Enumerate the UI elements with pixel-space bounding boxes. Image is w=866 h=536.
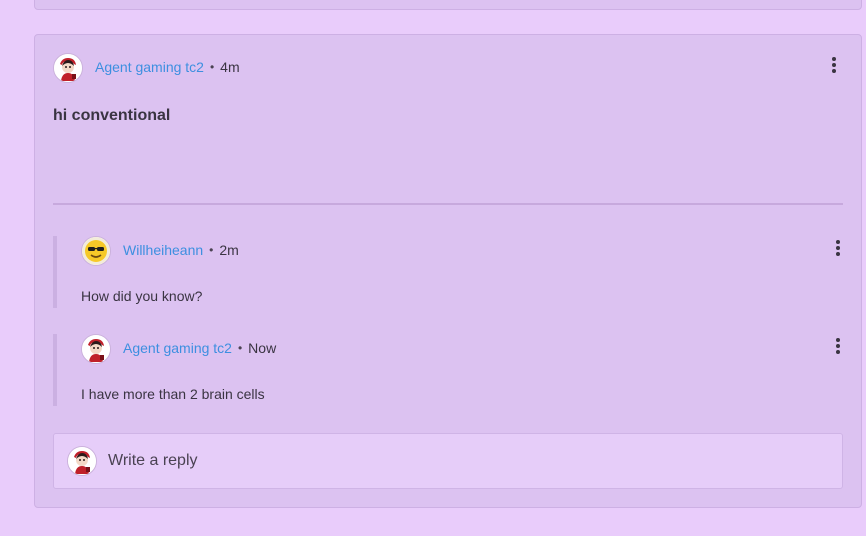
meta-separator: • xyxy=(209,60,215,74)
reply-input[interactable]: Write a reply xyxy=(53,433,843,489)
reply-text: I have more than 2 brain cells xyxy=(81,386,265,402)
sunglasses-emoji-avatar-icon xyxy=(82,237,110,265)
reply-menu-button[interactable] xyxy=(832,238,844,258)
reply-author-avatar-icon[interactable] xyxy=(81,334,111,364)
reply-input-placeholder: Write a reply xyxy=(108,452,198,469)
post-card: Agent gaming tc2 • 4m hi conventional Wi… xyxy=(34,34,862,508)
reply-text: How did you know? xyxy=(81,288,203,304)
post-author-link[interactable]: Agent gaming tc2 xyxy=(95,59,204,75)
reply-meta: Agent gaming tc2 • Now xyxy=(123,340,276,356)
anime-avatar-icon xyxy=(82,335,110,363)
reply-timestamp: 2m xyxy=(219,242,239,258)
reply-item: Willheiheann • 2m How did you know? xyxy=(53,236,843,308)
meta-separator: • xyxy=(209,243,214,257)
current-user-avatar-icon xyxy=(67,446,97,476)
post-author-avatar-icon[interactable] xyxy=(53,53,83,83)
anime-avatar-icon xyxy=(54,54,82,82)
anime-avatar-icon xyxy=(68,447,96,475)
reply-author-avatar-icon[interactable] xyxy=(81,236,111,266)
post-meta: Agent gaming tc2 • 4m xyxy=(95,59,240,75)
reply-author-link[interactable]: Willheiheann xyxy=(123,242,203,258)
post-timestamp: 4m xyxy=(220,59,240,75)
reply-author-link[interactable]: Agent gaming tc2 xyxy=(123,340,232,356)
post-title: hi conventional xyxy=(53,107,171,124)
reply-item: Agent gaming tc2 • Now I have more than … xyxy=(53,334,843,406)
previous-post-card xyxy=(34,0,862,10)
post-menu-button[interactable] xyxy=(828,55,840,75)
meta-separator: • xyxy=(237,341,243,355)
reply-meta: Willheiheann • 2m xyxy=(123,242,239,258)
reply-timestamp: Now xyxy=(248,340,277,356)
reply-menu-button[interactable] xyxy=(832,336,844,356)
divider xyxy=(53,203,843,205)
